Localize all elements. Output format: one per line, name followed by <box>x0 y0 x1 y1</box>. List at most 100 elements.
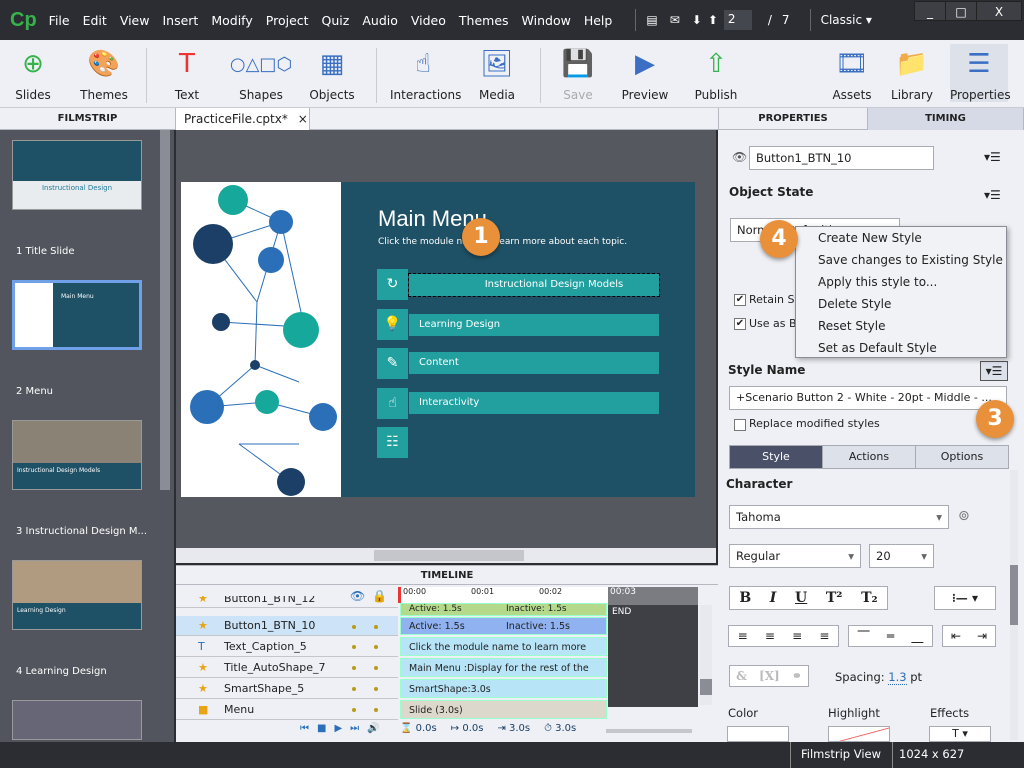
close-button[interactable]: X <box>976 1 1022 21</box>
menu-themes[interactable]: Themes <box>459 13 509 28</box>
underline-button[interactable]: U <box>795 590 807 606</box>
object-name-field[interactable]: Button1_BTN_10 <box>749 146 934 170</box>
timeline-bar[interactable]: Click the module name to learn more abou… <box>400 637 607 672</box>
bold-button[interactable]: B <box>739 590 751 606</box>
italic-button[interactable]: I <box>770 590 777 606</box>
timeline-row[interactable]: T Text_Caption_5 <box>176 636 398 657</box>
timeline-row-selected[interactable]: ★ Button1_BTN_10 <box>176 616 398 636</box>
effects-dropdown[interactable]: T ▾ <box>929 726 991 742</box>
style-name-dropdown[interactable]: +Scenario Button 2 - White - 20pt - Midd… <box>729 386 1007 410</box>
tab-style[interactable]: Style <box>730 446 822 468</box>
font-style-dropdown[interactable]: Regular ▾ <box>729 544 861 568</box>
menu-view[interactable]: View <box>120 13 150 28</box>
timeline-bar[interactable]: Active: 1.5s Inactive: 1.5s <box>400 603 607 616</box>
replace-styles-checkbox[interactable] <box>734 419 746 431</box>
menu-file[interactable]: File <box>49 13 70 28</box>
variable-icon[interactable]: [X] <box>759 669 780 683</box>
timeline-scrollbar[interactable] <box>700 605 712 705</box>
outdent-icon[interactable]: ⇤ <box>951 629 961 643</box>
library-button[interactable]: 📁 Library <box>890 44 934 102</box>
hyperlink-icon[interactable]: ⚭ <box>792 669 802 683</box>
menu-project[interactable]: Project <box>266 13 309 28</box>
menu-item-save-changes[interactable]: Save changes to Existing Style <box>796 249 1006 271</box>
zoom-slider[interactable] <box>606 729 692 733</box>
arrow-down-icon[interactable]: ⬇ <box>692 13 702 27</box>
save-button[interactable]: 💾 Save <box>558 44 598 102</box>
use-as-button-checkbox[interactable]: ✔ <box>734 318 746 330</box>
timeline-bar[interactable]: SmartShape:3.0s <box>400 679 607 698</box>
interactivity-button[interactable]: Interactivity <box>409 392 659 414</box>
minimize-button[interactable]: _ <box>914 1 946 21</box>
slide-thumbnail-5[interactable] <box>12 700 142 740</box>
highlight-swatch[interactable] <box>828 726 890 742</box>
filmstrip-scrollbar[interactable] <box>160 130 170 490</box>
menu-modify[interactable]: Modify <box>211 13 252 28</box>
themes-button[interactable]: 🎨 Themes <box>78 44 130 102</box>
horizontal-scrollbar[interactable] <box>176 548 716 563</box>
tab-document[interactable]: PracticeFile.cptx* × <box>176 108 310 130</box>
properties-scrollbar[interactable] <box>1010 470 1018 740</box>
menu-item-reset-style[interactable]: Reset Style <box>796 315 1006 337</box>
link-font-icon[interactable]: ⊚ <box>958 508 970 524</box>
learning-design-button[interactable]: Learning Design <box>409 314 659 336</box>
menu-audio[interactable]: Audio <box>362 13 398 28</box>
slide-thumbnail-2[interactable]: Main Menu <box>12 280 142 350</box>
slide-thumbnail-3[interactable]: Instructional Design Models <box>12 420 142 490</box>
tab-filmstrip[interactable]: FILMSTRIP <box>0 108 176 130</box>
content-button[interactable]: Content <box>409 352 659 374</box>
slide-thumbnail-1[interactable]: Instructional Design <box>12 140 142 210</box>
mail-icon[interactable]: ✉ <box>670 13 680 27</box>
menu-quiz[interactable]: Quiz <box>322 13 350 28</box>
align-right-icon[interactable]: ≡ <box>792 629 802 643</box>
timeline-row[interactable]: ★ Button1_BTN_12 <box>176 596 398 608</box>
spacing-value[interactable]: 1.3 <box>888 670 907 685</box>
timeline-row[interactable]: ★ SmartShape_5 <box>176 678 398 699</box>
font-dropdown[interactable]: Tahoma ▾ <box>729 505 949 529</box>
state-options-icon[interactable]: ▾☰ <box>984 188 1001 202</box>
timeline-bar[interactable]: Slide (3.0s) <box>400 700 607 719</box>
menu-item-set-default[interactable]: Set as Default Style <box>796 337 1006 359</box>
timeline-bar[interactable]: Active: 1.5s Inactive: 1.5s <box>400 617 607 635</box>
instructional-design-models-button[interactable]: Instructional Design Models <box>408 273 660 297</box>
retain-state-checkbox[interactable]: ✔ <box>734 294 746 306</box>
tab-properties[interactable]: PROPERTIES <box>718 108 868 130</box>
assets-button[interactable]: 🎞 Assets <box>832 44 872 102</box>
visibility-eye-icon[interactable]: 👁 <box>732 150 747 164</box>
menu-item-create-new-style[interactable]: Create New Style <box>796 227 1006 249</box>
properties-button[interactable]: ☰ Properties <box>950 44 1011 102</box>
media-button[interactable]: 🖼 Media <box>474 44 520 102</box>
arrow-up-icon[interactable]: ⬆ <box>708 13 718 27</box>
indent-icon[interactable]: ⇥ <box>977 629 987 643</box>
superscript-button[interactable]: T² <box>826 590 843 606</box>
shapes-button[interactable]: ○△□⬡ Shapes <box>230 44 292 103</box>
time-ruler[interactable]: 00:00 00:01 00:02 <box>398 587 608 603</box>
timeline-bar[interactable]: Main Menu :Display for the rest of the s… <box>400 658 607 693</box>
menu-help[interactable]: Help <box>584 13 613 28</box>
align-left-icon[interactable]: ≡ <box>738 629 748 643</box>
timeline-row[interactable]: ■ Menu <box>176 699 398 720</box>
color-swatch[interactable] <box>727 726 789 742</box>
close-tab-icon[interactable]: × <box>298 112 308 126</box>
symbol-icon[interactable]: & <box>736 669 747 683</box>
style-options-button[interactable]: ▾☰ <box>980 361 1008 381</box>
timeline-row[interactable]: ★ Title_AutoShape_7 <box>176 657 398 678</box>
slide-notes-icon[interactable]: ▤ <box>646 13 657 27</box>
maximize-button[interactable]: □ <box>945 1 977 21</box>
workspace-dropdown[interactable]: Classic ▾ <box>821 13 872 27</box>
menu-item-apply-style[interactable]: Apply this style to... <box>796 271 1006 293</box>
font-size-dropdown[interactable]: 20 ▾ <box>869 544 934 568</box>
align-middle-icon[interactable]: ═ <box>887 629 894 643</box>
interactions-button[interactable]: ☝ Interactions <box>390 44 461 102</box>
preview-button[interactable]: ▶ Preview <box>620 44 670 102</box>
objects-button[interactable]: ▦ Objects <box>308 44 356 102</box>
page-input[interactable]: 2 <box>723 10 752 30</box>
menu-window[interactable]: Window <box>522 13 571 28</box>
align-bottom-icon[interactable]: ⎽ <box>911 629 923 644</box>
bullets-dropdown[interactable]: ⁝— ▾ <box>934 586 996 610</box>
tab-options[interactable]: Options <box>915 446 1008 468</box>
playback-controls[interactable]: ⏮■▶⏭🔊 <box>300 723 388 734</box>
menu-insert[interactable]: Insert <box>162 13 198 28</box>
scroll-thumb[interactable] <box>374 550 524 561</box>
align-justify-icon[interactable]: ≡ <box>819 629 829 643</box>
menu-edit[interactable]: Edit <box>83 13 107 28</box>
